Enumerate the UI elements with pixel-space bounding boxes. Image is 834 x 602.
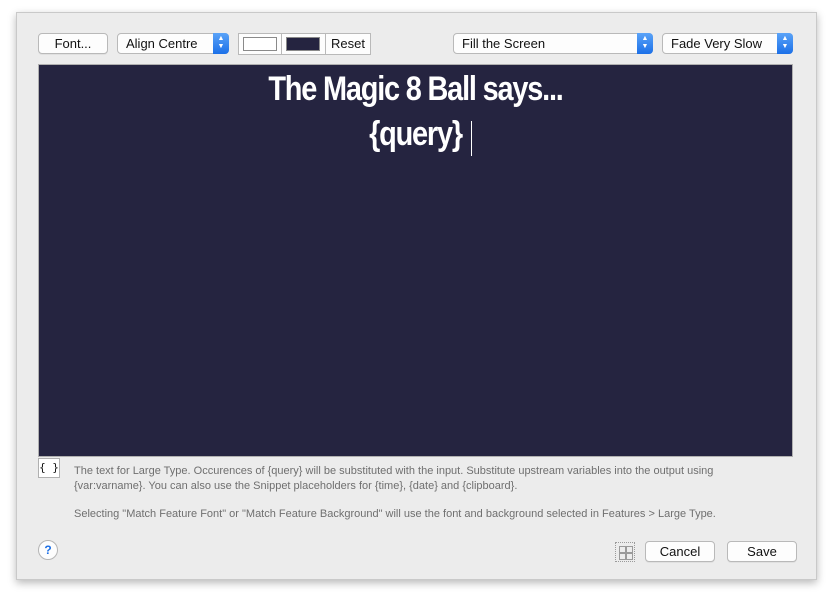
- popup-arrows-icon: ▲ ▼: [777, 33, 793, 54]
- font-button[interactable]: Font...: [38, 33, 108, 54]
- text-cursor: [471, 121, 472, 156]
- grid-icon[interactable]: [615, 542, 635, 562]
- save-button[interactable]: Save: [727, 541, 797, 562]
- help-text-primary: The text for Large Type. Occurences of {…: [74, 465, 714, 492]
- align-popup[interactable]: Align Centre ▲ ▼: [117, 33, 229, 54]
- reset-button[interactable]: Reset: [326, 34, 370, 54]
- divider: [281, 34, 282, 54]
- popup-arrows-icon: ▲ ▼: [213, 33, 229, 54]
- large-type-text-editor[interactable]: The Magic 8 Ball says... {query}: [38, 64, 793, 457]
- preview-line-2: {query}: [369, 115, 463, 153]
- fade-popup-label: Fade Very Slow: [671, 36, 763, 51]
- text-color-well[interactable]: [243, 37, 277, 51]
- preview-line-1: The Magic 8 Ball says...: [268, 70, 563, 108]
- placeholders-button[interactable]: { }: [38, 458, 60, 478]
- color-controls: Reset: [238, 33, 371, 55]
- align-popup-label: Align Centre: [126, 36, 198, 51]
- popup-arrows-icon: ▲ ▼: [637, 33, 653, 54]
- fill-popup[interactable]: Fill the Screen ▲ ▼: [453, 33, 653, 54]
- help-button[interactable]: ?: [38, 540, 58, 560]
- fill-popup-label: Fill the Screen: [462, 36, 546, 51]
- cancel-button[interactable]: Cancel: [645, 541, 715, 562]
- fade-popup[interactable]: Fade Very Slow ▲ ▼: [662, 33, 793, 54]
- large-type-config-sheet: Font... Align Centre ▲ ▼ Reset Fill the S…: [16, 12, 817, 580]
- background-color-well[interactable]: [286, 37, 320, 51]
- help-text-secondary: Selecting "Match Feature Font" or "Match…: [74, 508, 716, 520]
